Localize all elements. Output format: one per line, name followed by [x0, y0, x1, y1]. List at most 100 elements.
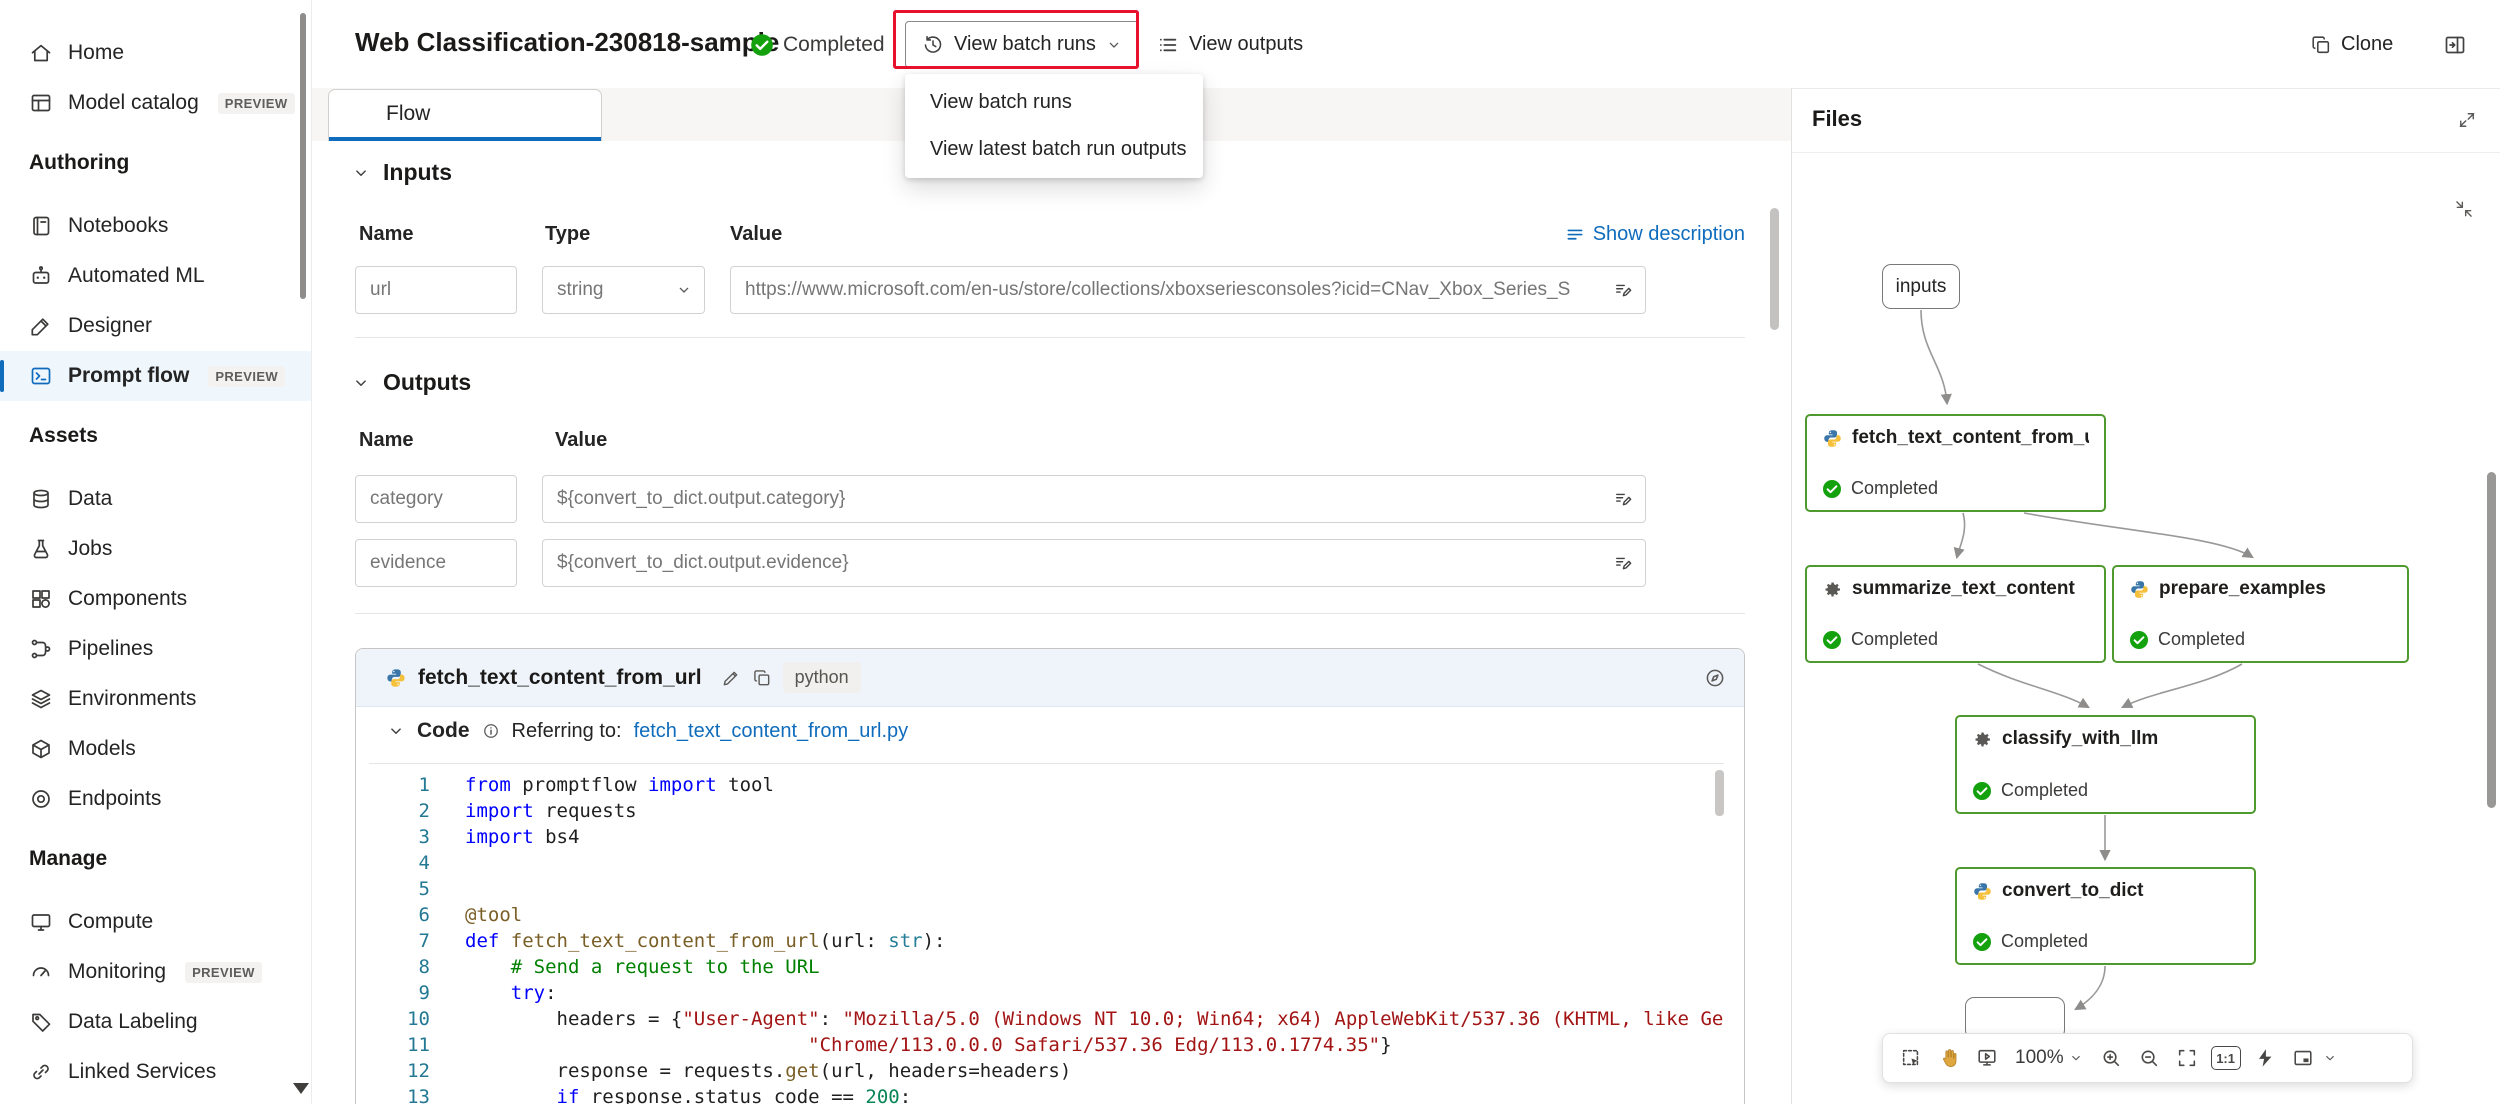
- zoom-level-dropdown[interactable]: 100%: [2007, 1047, 2091, 1069]
- pan-hand-icon[interactable]: [1931, 1039, 1967, 1077]
- presenter-icon[interactable]: [1969, 1039, 2005, 1077]
- sidebar-item-label: Pipelines: [68, 637, 153, 661]
- expand-panel-icon[interactable]: [2457, 110, 2477, 130]
- copy-icon[interactable]: [752, 668, 772, 688]
- edit-value-icon[interactable]: [1613, 553, 1633, 573]
- preview-badge: PREVIEW: [185, 962, 262, 983]
- sidebar-item-home[interactable]: Home: [0, 28, 311, 78]
- sidebar-item-endpoints[interactable]: Endpoints: [0, 774, 311, 824]
- collapse-chevron-icon[interactable]: [352, 374, 370, 392]
- tab-flow-label: Flow: [329, 90, 601, 138]
- outputs-section-title: Outputs: [383, 369, 471, 396]
- minimap-icon[interactable]: [2285, 1039, 2321, 1077]
- referring-file-link[interactable]: fetch_text_content_from_url.py: [634, 720, 909, 743]
- activate-config-icon[interactable]: [1704, 667, 1726, 689]
- sidebar-item-notebooks[interactable]: Notebooks: [0, 201, 311, 251]
- graph-canvas[interactable]: inputs fetch_text_content_from_url Compl…: [1792, 153, 2500, 1104]
- sidebar-item-data-labeling[interactable]: Data Labeling: [0, 997, 311, 1047]
- menu-item-view-batch-runs[interactable]: View batch runs: [905, 79, 1203, 126]
- annotation-highlight: [893, 10, 1139, 69]
- sidebar-item-label: Linked Services: [68, 1060, 216, 1084]
- view-outputs-button[interactable]: View outputs: [1157, 21, 1303, 68]
- collapse-chevron-icon[interactable]: [352, 164, 370, 182]
- output-value-field[interactable]: ${convert_to_dict.output.evidence}: [542, 539, 1646, 587]
- code-line: 9 try:: [369, 980, 1724, 1006]
- input-type-dropdown[interactable]: string: [542, 266, 705, 314]
- sidebar-scrollbar-down-arrow[interactable]: [293, 1083, 309, 1094]
- endpoints-icon: [29, 787, 53, 811]
- sidebar-item-models[interactable]: Models: [0, 724, 311, 774]
- chevron-down-icon[interactable]: [2323, 1051, 2337, 1065]
- chevron-down-icon: [676, 282, 692, 298]
- zoom-in-icon[interactable]: [2093, 1039, 2129, 1077]
- sidebar-item-prompt-flow[interactable]: Prompt flowPREVIEW: [0, 351, 311, 401]
- code-line: 1from promptflow import tool: [369, 772, 1724, 798]
- graph-node-fetch_text_content_from_url[interactable]: fetch_text_content_from_url Completed: [1805, 414, 2106, 512]
- environments-icon: [29, 687, 53, 711]
- clone-label: Clone: [2341, 33, 2393, 56]
- models-icon: [29, 737, 53, 761]
- outputs-section-header: Outputs: [352, 369, 471, 396]
- sidebar-scrollbar-thumb[interactable]: [300, 13, 306, 299]
- edit-value-icon[interactable]: [1613, 489, 1633, 509]
- completed-check-icon: [1972, 781, 1992, 801]
- code-line: 10 headers = {"User-Agent": "Mozilla/5.0…: [369, 1006, 1724, 1032]
- sidebar-item-designer[interactable]: Designer: [0, 301, 311, 351]
- inputs-section-title: Inputs: [383, 159, 452, 186]
- graph-toolbar: 100% 1:1: [1882, 1033, 2413, 1083]
- code-line: 8 # Send a request to the URL: [369, 954, 1724, 980]
- jobs-icon: [29, 537, 53, 561]
- graph-node-classify_with_llm[interactable]: classify_with_llm Completed: [1955, 715, 2256, 814]
- clone-button[interactable]: Clone: [2310, 21, 2393, 68]
- output-name-field[interactable]: evidence: [355, 539, 517, 587]
- sidebar-item-label: Jobs: [68, 537, 112, 561]
- sidebar-item-compute[interactable]: Compute: [0, 897, 311, 947]
- fit-to-screen-icon[interactable]: [2169, 1039, 2205, 1077]
- graph-node-convert_to_dict[interactable]: convert_to_dict Completed: [1955, 867, 2256, 965]
- collapse-graph-icon[interactable]: [2454, 199, 2474, 219]
- sidebar-section-assets: Assets: [0, 411, 311, 461]
- code-line: 13 if response.status_code == 200:: [369, 1084, 1724, 1104]
- region-select-icon[interactable]: [1893, 1039, 1929, 1077]
- code-line: 2import requests: [369, 798, 1724, 824]
- collapse-chevron-icon[interactable]: [387, 722, 405, 740]
- edit-name-icon[interactable]: [721, 668, 741, 688]
- graph-node-prepare_examples[interactable]: prepare_examples Completed: [2112, 565, 2409, 663]
- output-name-field[interactable]: category: [355, 475, 517, 523]
- outputs-col-value: Value: [555, 429, 607, 452]
- files-scrollbar-thumb[interactable]: [2487, 472, 2496, 808]
- sidebar-item-label: Data Labeling: [68, 1010, 198, 1034]
- show-description-link[interactable]: Show description: [1565, 223, 1745, 246]
- sidebar-item-label: Monitoring: [68, 960, 166, 984]
- sidebar-item-jobs[interactable]: Jobs: [0, 524, 311, 574]
- input-value-field[interactable]: https://www.microsoft.com/en-us/store/co…: [730, 266, 1646, 314]
- node-card-fetch_text_content_from_url: fetch_text_content_from_url python Code …: [355, 648, 1745, 1104]
- description-icon: [1565, 225, 1585, 245]
- sidebar-item-linked-services[interactable]: Linked Services: [0, 1047, 311, 1097]
- output-value-field[interactable]: ${convert_to_dict.output.category}: [542, 475, 1646, 523]
- editor-scrollbar-thumb[interactable]: [1715, 770, 1724, 816]
- sidebar-item-pipelines[interactable]: Pipelines: [0, 624, 311, 674]
- tab-flow[interactable]: Flow: [328, 89, 602, 141]
- menu-item-view-latest-batch-run-outputs[interactable]: View latest batch run outputs: [905, 126, 1203, 173]
- input-name-field[interactable]: url: [355, 266, 517, 314]
- graph-node-summarize_text_content[interactable]: summarize_text_content Completed: [1805, 565, 2106, 663]
- sidebar-item-components[interactable]: Components: [0, 574, 311, 624]
- main-scrollbar-thumb[interactable]: [1770, 208, 1779, 330]
- edit-value-icon[interactable]: [1613, 280, 1633, 300]
- sidebar-item-model-catalog[interactable]: Model catalogPREVIEW: [0, 78, 311, 128]
- graph-inputs-node[interactable]: inputs: [1882, 264, 1960, 309]
- code-editor[interactable]: 1from promptflow import tool2import requ…: [369, 763, 1724, 1104]
- sidebar-item-data[interactable]: Data: [0, 474, 311, 524]
- sidebar-item-automated-ml[interactable]: Automated ML: [0, 251, 311, 301]
- code-section-header: Code Referring to: fetch_text_content_fr…: [356, 707, 1744, 755]
- sidebar-item-environments[interactable]: Environments: [0, 674, 311, 724]
- run-flow-icon[interactable]: [2247, 1039, 2283, 1077]
- zoom-out-icon[interactable]: [2131, 1039, 2167, 1077]
- code-label: Code: [417, 719, 470, 743]
- sidebar-item-monitoring[interactable]: Monitoring PREVIEW: [0, 947, 311, 997]
- show-description-label: Show description: [1593, 223, 1745, 246]
- inputs-section-header: Inputs: [352, 159, 452, 186]
- open-panel-button[interactable]: [2434, 24, 2476, 66]
- actual-size-icon[interactable]: 1:1: [2211, 1046, 2241, 1070]
